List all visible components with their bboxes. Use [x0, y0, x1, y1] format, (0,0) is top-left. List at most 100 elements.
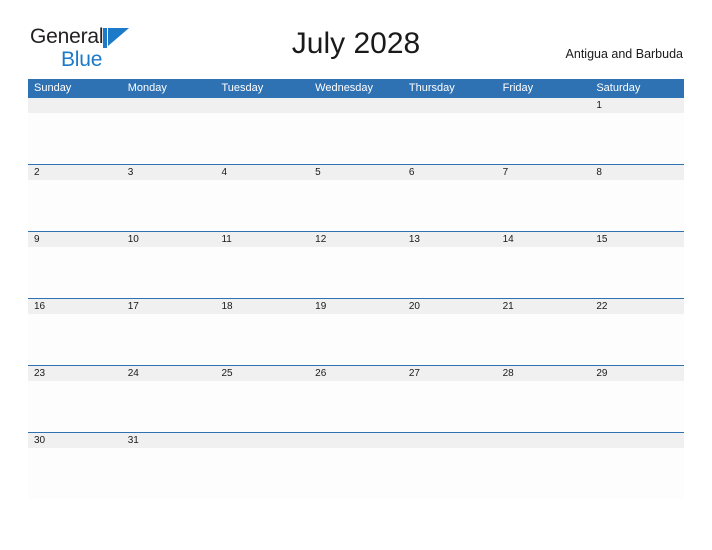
day-cell[interactable]: 8 — [590, 165, 685, 231]
day-events[interactable] — [590, 314, 685, 365]
day-events[interactable] — [28, 113, 122, 164]
day-number: 2 — [28, 165, 122, 180]
day-number: 15 — [590, 232, 685, 247]
day-events[interactable] — [121, 448, 216, 499]
day-number: 16 — [28, 299, 122, 314]
day-cell[interactable] — [590, 433, 685, 499]
day-cell[interactable]: 9 — [28, 232, 122, 298]
day-cell[interactable]: 25 — [215, 366, 310, 432]
day-number — [402, 433, 497, 448]
day-cell[interactable] — [309, 98, 403, 164]
day-number: 8 — [590, 165, 685, 180]
day-events[interactable] — [590, 180, 685, 231]
day-number: 6 — [402, 165, 497, 180]
day-events[interactable] — [215, 113, 310, 164]
day-events[interactable] — [590, 381, 685, 432]
day-cell[interactable]: 14 — [496, 232, 591, 298]
day-cell[interactable]: 11 — [215, 232, 310, 298]
day-events[interactable] — [28, 448, 122, 499]
day-cell[interactable] — [28, 98, 122, 164]
day-events[interactable] — [496, 448, 591, 499]
day-cell[interactable]: 29 — [590, 366, 685, 432]
day-events[interactable] — [215, 247, 310, 298]
day-cell[interactable] — [215, 98, 310, 164]
day-events[interactable] — [402, 381, 497, 432]
day-cell[interactable] — [402, 98, 497, 164]
day-cell[interactable]: 7 — [496, 165, 591, 231]
day-events[interactable] — [496, 113, 591, 164]
day-events[interactable] — [28, 180, 122, 231]
day-cell[interactable]: 3 — [121, 165, 216, 231]
day-events[interactable] — [402, 448, 497, 499]
day-events[interactable] — [402, 113, 497, 164]
day-cell[interactable]: 5 — [309, 165, 403, 231]
day-cell[interactable]: 28 — [496, 366, 591, 432]
day-events[interactable] — [121, 381, 216, 432]
day-number: 31 — [121, 433, 216, 448]
day-events[interactable] — [309, 247, 403, 298]
day-events[interactable] — [402, 180, 497, 231]
day-events[interactable] — [121, 113, 216, 164]
day-cell[interactable]: 21 — [496, 299, 591, 365]
day-cell[interactable]: 22 — [590, 299, 685, 365]
day-events[interactable] — [496, 314, 591, 365]
week-row: 1 — [28, 97, 685, 164]
day-events[interactable] — [309, 448, 403, 499]
day-number: 19 — [309, 299, 403, 314]
day-cell[interactable]: 10 — [121, 232, 216, 298]
locale-label: Antigua and Barbuda — [565, 47, 683, 61]
day-events[interactable] — [215, 180, 310, 231]
day-events[interactable] — [215, 448, 310, 499]
day-cell[interactable]: 2 — [28, 165, 122, 231]
day-number: 17 — [121, 299, 216, 314]
day-events[interactable] — [28, 381, 122, 432]
day-number: 23 — [28, 366, 122, 381]
day-events[interactable] — [215, 314, 310, 365]
day-events[interactable] — [496, 247, 591, 298]
day-cell[interactable]: 24 — [121, 366, 216, 432]
day-cell[interactable]: 18 — [215, 299, 310, 365]
day-cell[interactable]: 19 — [309, 299, 403, 365]
day-cell[interactable]: 26 — [309, 366, 403, 432]
day-cell[interactable]: 23 — [28, 366, 122, 432]
day-events[interactable] — [28, 247, 122, 298]
day-cell[interactable]: 16 — [28, 299, 122, 365]
day-cell[interactable] — [496, 433, 591, 499]
day-number: 20 — [402, 299, 497, 314]
day-number: 21 — [496, 299, 591, 314]
day-events[interactable] — [496, 180, 591, 231]
day-events[interactable] — [309, 381, 403, 432]
day-events[interactable] — [590, 113, 685, 164]
day-events[interactable] — [496, 381, 591, 432]
day-cell[interactable]: 31 — [121, 433, 216, 499]
day-cell[interactable]: 30 — [28, 433, 122, 499]
day-cell[interactable]: 6 — [402, 165, 497, 231]
day-events[interactable] — [121, 314, 216, 365]
day-events[interactable] — [309, 113, 403, 164]
day-cell[interactable] — [309, 433, 403, 499]
day-events[interactable] — [590, 247, 685, 298]
day-cell[interactable]: 12 — [309, 232, 403, 298]
day-events[interactable] — [402, 314, 497, 365]
day-events[interactable] — [402, 247, 497, 298]
day-events[interactable] — [309, 180, 403, 231]
day-cell[interactable] — [121, 98, 216, 164]
day-cell[interactable]: 4 — [215, 165, 310, 231]
day-cell[interactable] — [402, 433, 497, 499]
day-cell[interactable] — [215, 433, 310, 499]
day-cell[interactable]: 1 — [590, 98, 685, 164]
day-events[interactable] — [121, 180, 216, 231]
day-cell[interactable]: 15 — [590, 232, 685, 298]
day-number: 24 — [121, 366, 216, 381]
day-number: 18 — [215, 299, 310, 314]
day-cell[interactable]: 20 — [402, 299, 497, 365]
day-events[interactable] — [121, 247, 216, 298]
day-events[interactable] — [28, 314, 122, 365]
day-cell[interactable]: 27 — [402, 366, 497, 432]
day-events[interactable] — [309, 314, 403, 365]
day-events[interactable] — [590, 448, 685, 499]
day-cell[interactable]: 17 — [121, 299, 216, 365]
day-cell[interactable] — [496, 98, 591, 164]
day-events[interactable] — [215, 381, 310, 432]
day-cell[interactable]: 13 — [402, 232, 497, 298]
